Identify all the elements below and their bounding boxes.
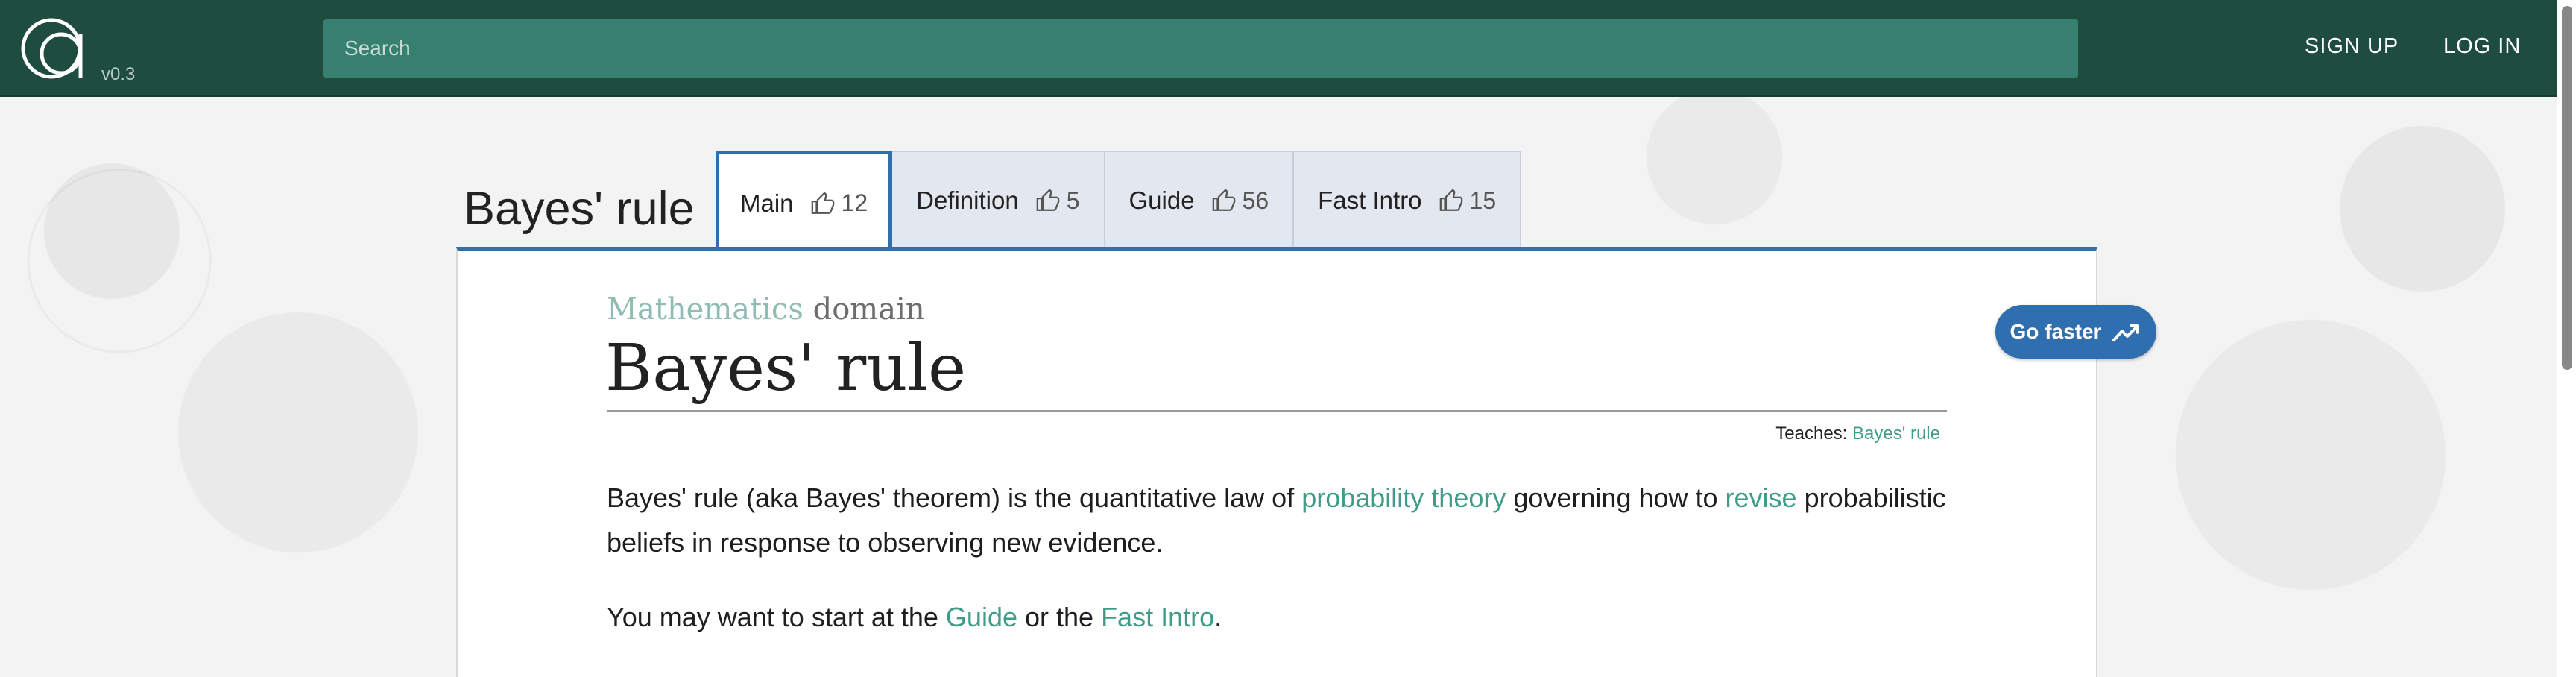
domain-link[interactable]: Mathematics [607, 292, 804, 327]
arbital-logo-icon[interactable] [21, 18, 97, 79]
scrollbar-thumb[interactable] [2562, 6, 2572, 370]
teaches-link[interactable]: Bayes' rule [1852, 423, 1940, 444]
domain-word: domain [812, 292, 925, 327]
sign-up-button[interactable]: SIGN UP [2305, 34, 2399, 59]
thumbs-up-icon [1439, 189, 1462, 211]
trending-up-icon [2112, 324, 2140, 341]
tab-likes: 56 [1211, 187, 1269, 215]
intro-paragraph: Bayes' rule (aka Bayes' theorem) is the … [607, 482, 1946, 558]
article-title: Bayes' rule [605, 331, 966, 406]
tab-label: Definition [916, 186, 1019, 214]
thumbs-up-icon [1212, 189, 1235, 211]
tab-label: Fast Intro [1318, 186, 1422, 214]
revise-link[interactable]: revise [1726, 482, 1797, 513]
thumbs-up-icon [811, 191, 834, 214]
tab-likes: 12 [810, 189, 868, 217]
go-faster-button[interactable]: Go faster [1995, 305, 2156, 359]
domain-heading: Mathematics domain [607, 292, 925, 327]
guide-link[interactable]: Guide [946, 602, 1017, 632]
tab-fast-intro[interactable]: Fast Intro 15 [1294, 151, 1522, 251]
tab-label: Main [740, 189, 794, 217]
tab-label: Guide [1128, 186, 1195, 214]
teaches-line: Teaches: Bayes' rule [1775, 423, 1940, 444]
search-input[interactable] [323, 19, 2078, 78]
log-in-button[interactable]: LOG IN [2443, 34, 2521, 59]
scrollbar[interactable] [2557, 0, 2576, 677]
tab-likes: 15 [1439, 187, 1496, 215]
thumbs-up-icon [1036, 189, 1060, 211]
tab-likes: 5 [1035, 187, 1080, 215]
tab-main[interactable]: Main 12 [716, 151, 893, 252]
tab-definition[interactable]: Definition 5 [892, 151, 1105, 251]
title-divider [607, 410, 1947, 412]
fast-intro-link[interactable]: Fast Intro [1101, 602, 1214, 632]
tab-guide[interactable]: Guide 56 [1105, 151, 1295, 251]
start-paragraph: You may want to start at the Guide or th… [607, 602, 1222, 632]
top-bar: v0.3 SIGN UP LOG IN [0, 0, 2557, 97]
teaches-label: Teaches: [1775, 423, 1848, 444]
page-title: Bayes' rule [464, 183, 695, 235]
lens-tabs: Main 12 Definition 5 Guide 56 Fast Intro… [716, 151, 1522, 252]
go-faster-label: Go faster [2010, 320, 2102, 343]
probability-theory-link[interactable]: probability theory [1301, 482, 1506, 513]
version-label: v0.3 [101, 64, 136, 84]
